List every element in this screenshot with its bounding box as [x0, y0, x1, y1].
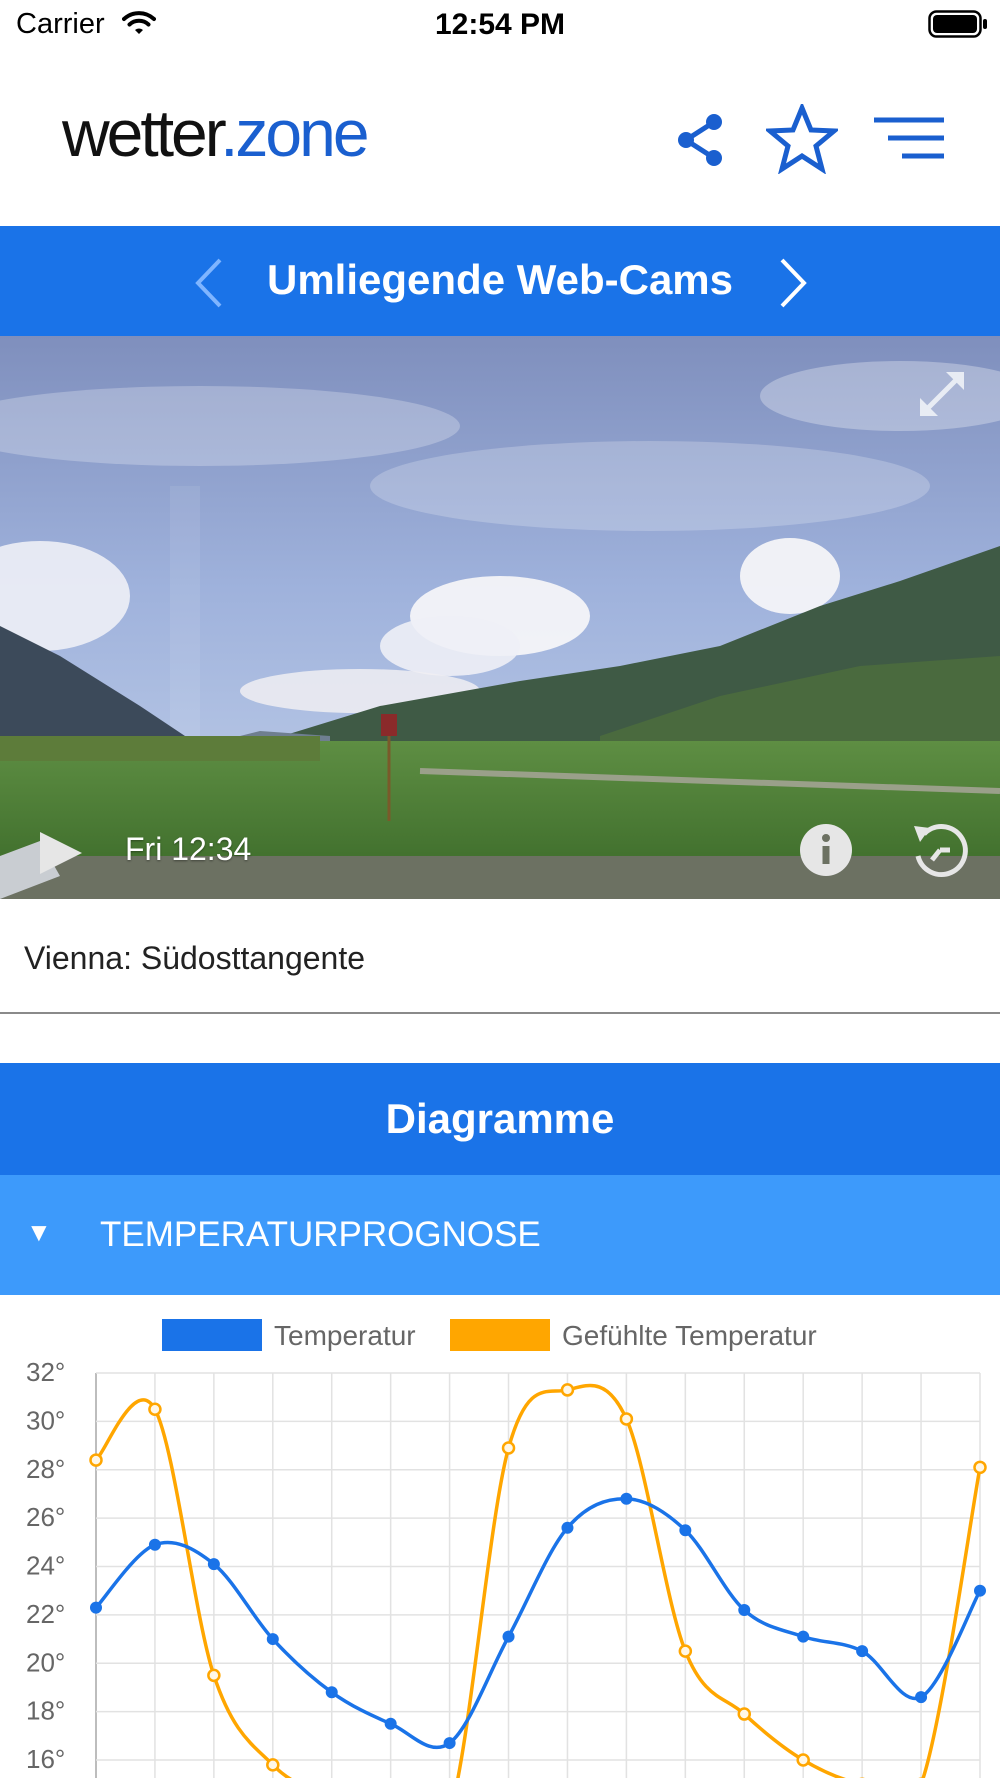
status-time: 12:54 PM — [434, 8, 566, 41]
fullscreen-icon[interactable] — [912, 364, 972, 424]
data-point — [974, 1584, 986, 1597]
temperature-chart: 32° 30° 28° 26° 24° 22° 20° 18° 16° Temperatur Gef… — [26, 1319, 987, 1778]
data-point — [207, 1668, 221, 1683]
data-point — [620, 1492, 633, 1505]
data-point — [325, 1686, 338, 1699]
app-header: wetter.zone — [0, 70, 1000, 226]
chevron-right-icon[interactable] — [776, 256, 812, 310]
data-point — [679, 1524, 692, 1537]
webcam-image[interactable]: Fri 12:34 — [0, 336, 1000, 899]
y-tick-label: 32° — [26, 1357, 65, 1387]
data-point — [678, 1644, 693, 1658]
data-point — [501, 1441, 516, 1455]
triangle-down-icon: ▼ — [26, 1217, 52, 1247]
diagrams-title: Diagramme — [385, 1095, 615, 1142]
y-tick-label: 28° — [26, 1454, 65, 1484]
data-point — [89, 1453, 103, 1467]
data-point — [384, 1717, 397, 1730]
y-tick-label: 22° — [26, 1599, 65, 1629]
data-point — [797, 1630, 810, 1643]
data-point — [856, 1645, 869, 1658]
data-point — [561, 1521, 574, 1534]
y-tick-label: 20° — [26, 1647, 65, 1677]
battery-icon — [928, 10, 987, 38]
star-icon[interactable] — [766, 104, 838, 174]
section-label: TEMPERATURPROGNOSE — [100, 1215, 541, 1254]
data-point — [973, 1460, 987, 1475]
data-point — [737, 1707, 752, 1721]
legend-swatch — [162, 1319, 262, 1351]
divider — [0, 1012, 1000, 1014]
legend-label: Temperatur — [274, 1320, 416, 1351]
data-point — [738, 1604, 751, 1617]
wetter-zone-logo[interactable]: wetter.zone — [62, 100, 370, 166]
data-point — [148, 1402, 162, 1417]
data-point — [619, 1412, 634, 1426]
webcam-landscape — [0, 336, 1000, 899]
data-point — [207, 1558, 220, 1571]
y-tick-label: 16° — [26, 1744, 65, 1774]
diagrams-header: Diagramme — [0, 1063, 1000, 1175]
y-tick-label: 30° — [26, 1405, 65, 1435]
data-point — [90, 1601, 102, 1614]
history-icon[interactable] — [910, 820, 970, 880]
data-point — [148, 1538, 161, 1551]
webcam-caption: Vienna: Südosttangente — [24, 940, 366, 976]
data-point — [266, 1633, 279, 1646]
play-icon[interactable] — [36, 828, 86, 878]
data-point — [560, 1383, 575, 1397]
temperature-forecast-toggle[interactable]: ▼ TEMPERATURPROGNOSE — [0, 1175, 1000, 1295]
status-bar: Carrier 12:54 PM — [0, 0, 1000, 50]
webcam-timestamp: Fri 12:34 — [125, 831, 252, 867]
data-point — [796, 1753, 810, 1767]
webcams-header: Umliegende Web-Cams — [0, 226, 1000, 336]
legend-label: Gefühlte Temperatur — [562, 1320, 817, 1351]
y-tick-label: 26° — [26, 1502, 65, 1532]
data-point — [915, 1691, 928, 1704]
webcams-title: Umliegende Web-Cams — [267, 256, 733, 303]
info-icon[interactable] — [798, 822, 854, 878]
y-tick-label: 24° — [26, 1551, 65, 1581]
legend-swatch — [450, 1319, 550, 1351]
menu-icon[interactable] — [872, 116, 946, 162]
data-point — [266, 1758, 280, 1772]
y-tick-label: 18° — [26, 1696, 65, 1726]
data-point — [443, 1737, 456, 1750]
share-icon[interactable] — [670, 110, 730, 170]
data-point — [502, 1630, 515, 1643]
